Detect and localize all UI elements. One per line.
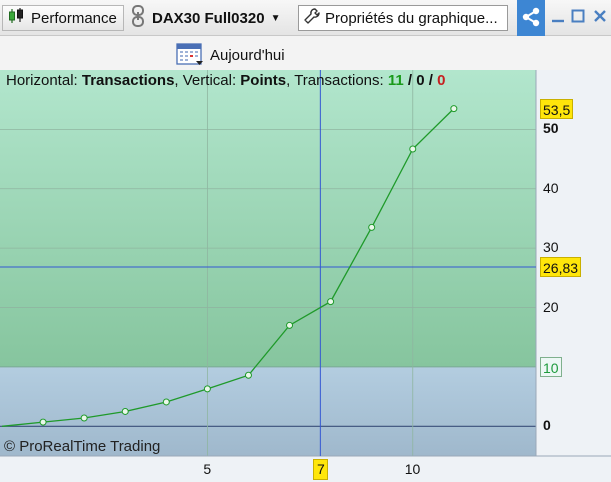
transactions-losses: 0 <box>437 72 446 89</box>
y-tick-label: 30 <box>543 239 559 256</box>
maximize-button[interactable] <box>568 5 588 29</box>
horizontal-caption: Horizontal: <box>6 72 82 89</box>
chevron-down-icon: ▼ <box>270 12 281 24</box>
gain-zone <box>0 70 536 367</box>
share-button[interactable] <box>517 0 545 36</box>
chart-properties-button[interactable]: Propriétés du graphique... <box>298 5 508 31</box>
copyright-text: © ProRealTime Trading <box>4 438 161 455</box>
transactions-total: 11 <box>387 72 404 89</box>
performance-window: Performance DAX30 Full0320 ▼ Propriétés … <box>0 0 611 482</box>
performance-label: Performance <box>31 9 117 27</box>
data-point <box>327 298 335 306</box>
transactions-neutral: 0 <box>416 72 425 89</box>
performance-chart[interactable]: Horizontal: Transactions, Vertical: Poin… <box>0 70 611 482</box>
today-label: Aujourd'hui <box>210 46 285 64</box>
data-point <box>39 418 47 426</box>
x-tick-label: 10 <box>404 461 421 477</box>
last-value-tag: 53,5 <box>540 98 574 119</box>
window-toolbar: Performance DAX30 Full0320 ▼ Propriétés … <box>0 0 611 36</box>
y-tick-label: 40 <box>543 179 559 196</box>
x-axis-area <box>0 456 611 482</box>
data-point <box>286 321 294 329</box>
candlestick-icon <box>7 7 25 29</box>
data-point <box>244 371 252 379</box>
chart-properties-label: Propriétés du graphique... <box>325 9 498 27</box>
transactions-caption: , Transactions: <box>286 72 388 89</box>
vertical-value: Points <box>240 72 287 89</box>
data-point <box>409 145 417 153</box>
crosshair-x-tag: 7 <box>313 459 329 480</box>
instrument-label: DAX30 Full0320 <box>152 9 265 27</box>
chart-header: Horizontal: Transactions, Vertical: Poin… <box>6 72 445 89</box>
data-point <box>80 414 88 422</box>
zone-level-tag: 10 <box>540 356 562 377</box>
data-point <box>121 407 129 415</box>
wrench-icon <box>303 7 321 29</box>
chart-canvas <box>0 70 611 482</box>
maximize-icon <box>571 9 585 26</box>
performance-button[interactable]: Performance <box>2 5 124 31</box>
y-tick-label: 50 <box>543 120 559 137</box>
data-point <box>450 105 458 113</box>
data-point <box>162 398 170 406</box>
instrument-selector[interactable]: DAX30 Full0320 ▼ <box>152 5 294 31</box>
data-point <box>368 223 376 231</box>
link-button[interactable] <box>127 5 149 31</box>
data-point <box>203 385 211 393</box>
share-icon <box>520 6 542 31</box>
close-icon <box>593 9 607 26</box>
crosshair-value-tag: 26,83 <box>540 256 582 277</box>
minimize-button[interactable] <box>548 5 568 29</box>
calendar-icon <box>176 41 204 70</box>
vertical-caption: , Vertical: <box>174 72 241 89</box>
separator-2: / <box>424 72 438 89</box>
y-tick-label: 20 <box>543 298 559 315</box>
y-tick-label: 0 <box>543 417 551 434</box>
x-tick-label: 5 <box>203 461 212 477</box>
close-button[interactable] <box>590 5 610 29</box>
separator-1: / <box>403 72 417 89</box>
today-button[interactable]: Aujourd'hui <box>176 40 285 70</box>
minimize-icon <box>551 9 565 26</box>
chain-link-icon <box>131 4 145 32</box>
horizontal-value: Transactions <box>81 72 175 89</box>
